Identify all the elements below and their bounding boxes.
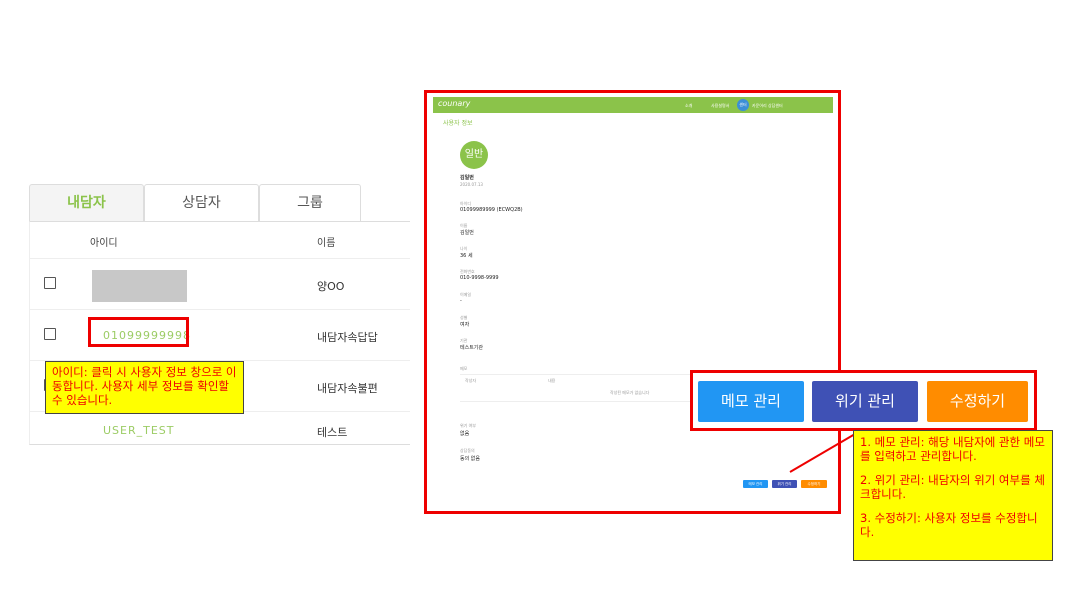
- callout-line: 2. 위기 관리: 내담자의 위기 여부를 체크합니다.: [860, 473, 1045, 501]
- callout-line: 1. 메모 관리: 해당 내담자에 관한 메모를 입력하고 관리합니다.: [860, 435, 1045, 463]
- callout-line: 3. 수정하기: 사용자 정보를 수정합니다.: [860, 511, 1038, 539]
- buttons-callout: 1. 메모 관리: 해당 내담자에 관한 메모를 입력하고 관리합니다. 2. …: [853, 430, 1053, 561]
